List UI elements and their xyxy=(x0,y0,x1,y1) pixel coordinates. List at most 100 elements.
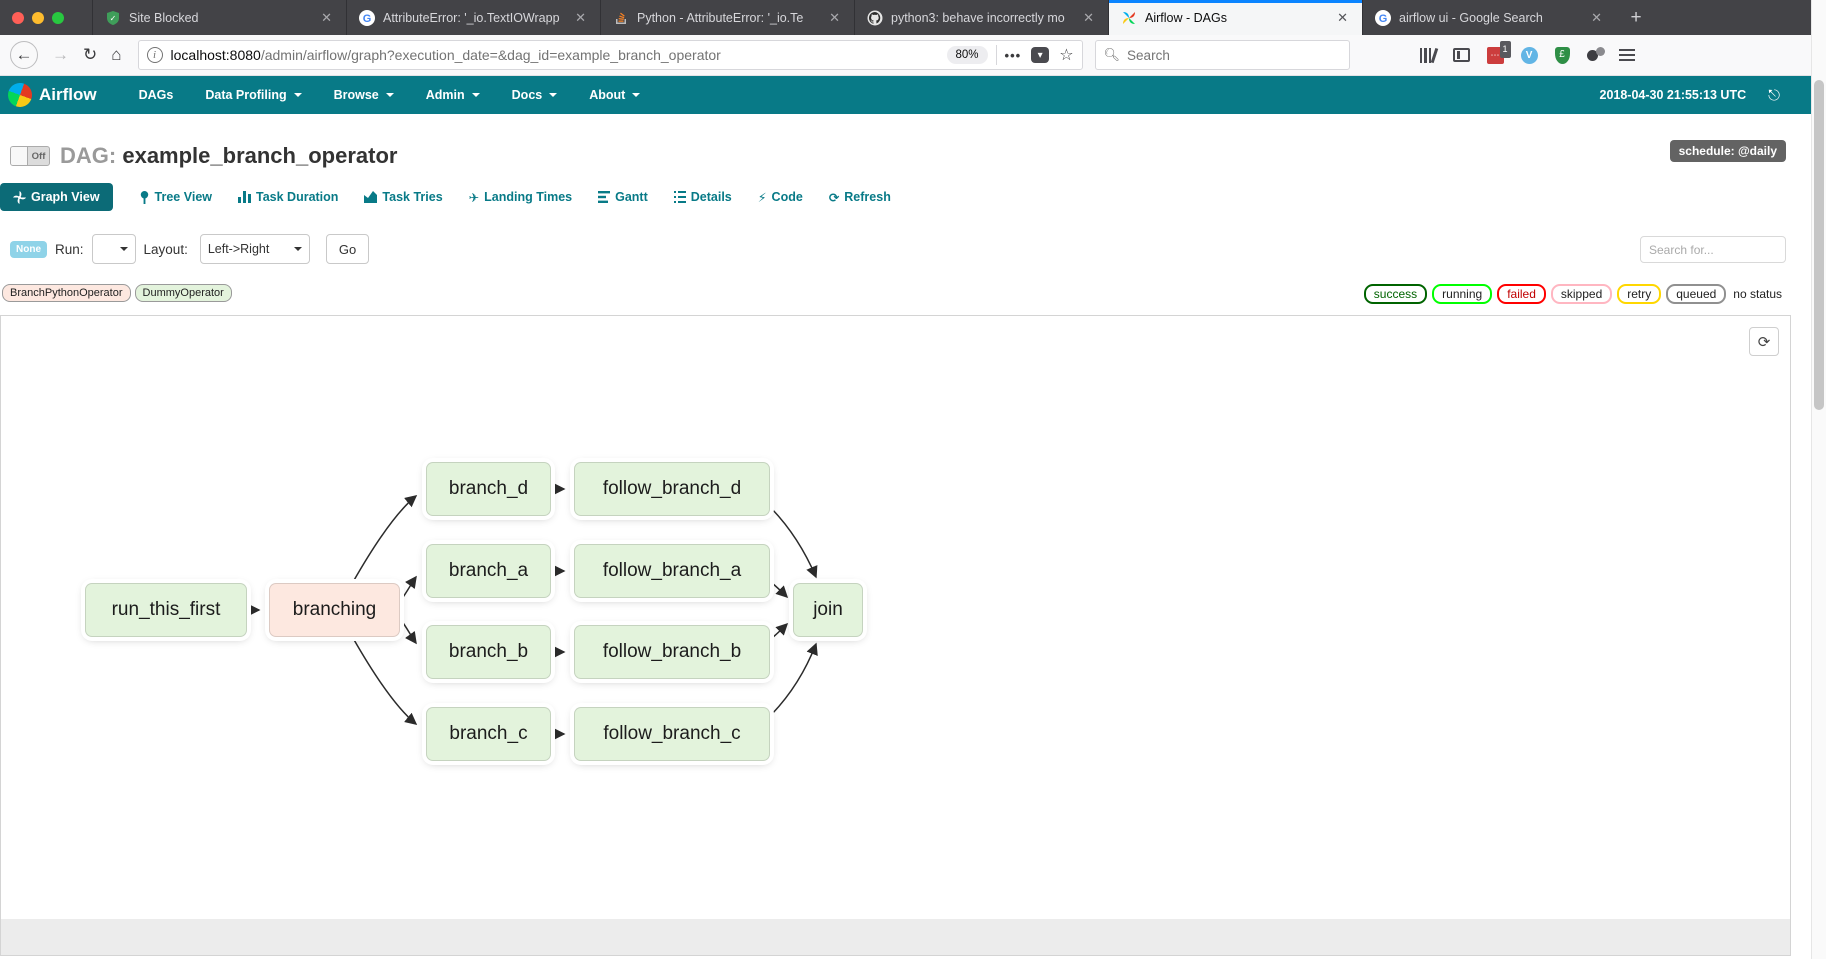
view-tabs: Graph View Tree View Task Duration Task … xyxy=(0,183,891,211)
gantt-icon xyxy=(598,191,610,203)
dag-node-branch-d[interactable]: branch_d xyxy=(426,462,551,516)
close-icon[interactable]: ✕ xyxy=(825,8,844,28)
tab-attributeerror-google[interactable]: G AttributeError: '_io.TextIOWrapp ✕ xyxy=(346,0,600,35)
operator-legend: BranchPythonOperator DummyOperator xyxy=(2,284,232,302)
area-chart-icon xyxy=(364,191,377,203)
tab-task-tries[interactable]: Task Tries xyxy=(364,190,442,204)
tree-icon xyxy=(139,191,150,204)
reload-icon[interactable]: ↻ xyxy=(83,45,97,65)
plane-icon: ✈ xyxy=(469,190,479,205)
tab-task-duration[interactable]: Task Duration xyxy=(238,190,338,204)
home-icon[interactable]: ⌂ xyxy=(111,45,121,65)
tab-graph-view[interactable]: Graph View xyxy=(0,183,113,211)
tab-title: airflow ui - Google Search xyxy=(1399,11,1579,25)
browser-toolbar: ← → ↻ ⌂ i localhost:8080/admin/airflow/g… xyxy=(0,35,1826,76)
tab-tree-view[interactable]: Tree View xyxy=(139,190,212,204)
back-icon[interactable]: ← xyxy=(10,41,38,69)
dag-node-branch-b[interactable]: branch_b xyxy=(426,625,551,679)
search-icon: 🔍︎ xyxy=(1104,47,1121,63)
scrollbar-thumb[interactable] xyxy=(1814,80,1824,410)
extension-badge: 1 xyxy=(1500,41,1511,58)
run-select[interactable] xyxy=(92,234,136,264)
go-button[interactable]: Go xyxy=(326,234,369,264)
nav-item-docs[interactable]: Docs xyxy=(496,76,574,114)
nav-item-about[interactable]: About xyxy=(573,76,656,114)
library-icon[interactable] xyxy=(1420,48,1436,63)
tab-details[interactable]: Details xyxy=(674,190,732,204)
zoom-level-indicator[interactable]: 80% xyxy=(947,46,988,64)
adblock-extension-icon[interactable]: ⋯1 xyxy=(1487,47,1504,64)
browser-search-input[interactable] xyxy=(1127,48,1327,63)
forward-icon[interactable]: → xyxy=(52,45,69,65)
task-search-input[interactable] xyxy=(1640,236,1786,263)
tab-python-stackoverflow[interactable]: Python - AttributeError: '_io.Te ✕ xyxy=(600,0,854,35)
airflow-brand[interactable]: Airflow xyxy=(39,85,97,105)
macos-window-controls xyxy=(0,0,92,35)
nav-item-browse[interactable]: Browse xyxy=(318,76,410,114)
close-window-button[interactable] xyxy=(12,12,24,24)
new-tab-button[interactable]: + xyxy=(1616,0,1656,35)
dag-node-follow-branch-b[interactable]: follow_branch_b xyxy=(574,625,770,679)
site-info-icon[interactable]: i xyxy=(147,47,163,63)
url-bar[interactable]: i localhost:8080/admin/airflow/graph?exe… xyxy=(138,40,1083,70)
tab-title: python3: behave incorrectly mo xyxy=(891,11,1071,25)
dag-graph-panel: run_this_first branching branch_d follow… xyxy=(0,315,1791,956)
tab-title: Site Blocked xyxy=(129,11,309,25)
bolt-icon: ⚡ xyxy=(758,190,767,205)
close-icon[interactable]: ✕ xyxy=(1079,8,1098,28)
zoom-window-button[interactable] xyxy=(52,12,64,24)
url-host: localhost:8080 xyxy=(171,47,261,63)
toggle-knob xyxy=(11,147,28,165)
refresh-link[interactable]: ⟳ Refresh xyxy=(829,190,891,205)
close-icon[interactable]: ✕ xyxy=(1587,8,1606,28)
google-icon: G xyxy=(1375,10,1391,26)
dag-node-follow-branch-d[interactable]: follow_branch_d xyxy=(574,462,770,516)
dag-node-follow-branch-a[interactable]: follow_branch_a xyxy=(574,544,770,598)
status-legend: success running failed skipped retry que… xyxy=(1364,284,1784,304)
list-icon xyxy=(674,191,686,203)
svg-text:G: G xyxy=(363,13,372,25)
browser-search-bar[interactable]: 🔍︎ xyxy=(1095,40,1350,70)
close-icon[interactable]: ✕ xyxy=(317,8,336,28)
dag-pause-toggle[interactable]: Off xyxy=(10,146,50,166)
tab-site-blocked[interactable]: ✓ Site Blocked ✕ xyxy=(92,0,346,35)
dag-node-branch-a[interactable]: branch_a xyxy=(426,544,551,598)
graph-refresh-button[interactable]: ⟳ xyxy=(1749,327,1779,356)
dag-node-join[interactable]: join xyxy=(793,583,863,637)
blue-extension-icon[interactable]: V xyxy=(1521,47,1538,64)
ghostery-extension-icon[interactable] xyxy=(1587,47,1605,64)
nav-item-data-profiling[interactable]: Data Profiling xyxy=(189,76,317,114)
page-actions-icon[interactable]: ••• xyxy=(1005,48,1022,63)
dag-node-branch-c[interactable]: branch_c xyxy=(426,707,551,761)
dag-node-follow-branch-c[interactable]: follow_branch_c xyxy=(574,707,770,761)
tab-code[interactable]: ⚡ Code xyxy=(758,190,803,205)
schedule-badge: schedule: @daily xyxy=(1670,140,1786,162)
dag-node-run-this-first[interactable]: run_this_first xyxy=(85,583,247,637)
close-icon[interactable]: ✕ xyxy=(571,8,590,28)
nav-item-dags[interactable]: DAGs xyxy=(123,76,190,114)
dag-node-branching[interactable]: branching xyxy=(269,583,400,637)
tab-python3-github[interactable]: python3: behave incorrectly mo ✕ xyxy=(854,0,1108,35)
page-scrollbar[interactable] xyxy=(1811,0,1826,959)
fan-icon xyxy=(13,191,26,204)
chevron-down-icon xyxy=(294,93,302,97)
tab-airflow-ui-search[interactable]: G airflow ui - Google Search ✕ xyxy=(1362,0,1616,35)
layout-select[interactable]: Left->Right xyxy=(200,234,310,264)
logout-icon[interactable]: ⎋ xyxy=(1768,87,1780,104)
chevron-down-icon xyxy=(120,247,128,251)
tab-airflow-dags[interactable]: Airflow - DAGs ✕ xyxy=(1108,0,1362,35)
tab-landing-times[interactable]: ✈ Landing Times xyxy=(469,190,572,205)
svg-text:✓: ✓ xyxy=(110,14,117,23)
minimize-window-button[interactable] xyxy=(32,12,44,24)
nav-item-admin[interactable]: Admin xyxy=(410,76,496,114)
privacy-shield-icon[interactable]: £ xyxy=(1555,47,1570,64)
dag-label: DAG: xyxy=(60,143,116,168)
sidebar-toggle-icon[interactable] xyxy=(1453,48,1470,62)
pocket-icon[interactable]: ▾ xyxy=(1031,47,1049,63)
close-icon[interactable]: ✕ xyxy=(1333,8,1352,28)
tab-gantt[interactable]: Gantt xyxy=(598,190,648,204)
bookmark-star-icon[interactable]: ☆ xyxy=(1059,45,1073,65)
menu-icon[interactable] xyxy=(1619,49,1635,61)
refresh-icon: ⟳ xyxy=(829,190,839,205)
status-success: success xyxy=(1364,284,1427,304)
